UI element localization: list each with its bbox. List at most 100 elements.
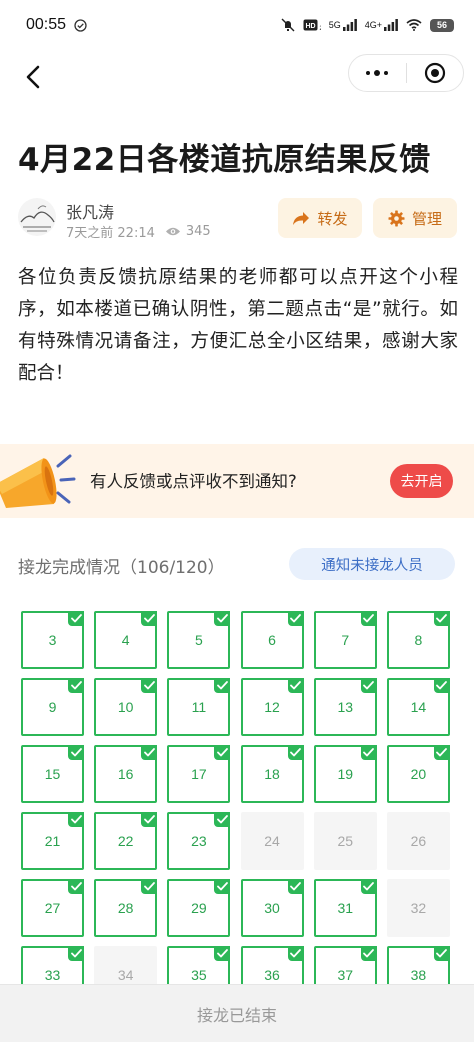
grid-cell[interactable]: 9: [21, 678, 84, 736]
checkmark-icon: [141, 879, 158, 894]
more-button[interactable]: [349, 55, 406, 91]
status-bar: 00:55 HD 2 5G 4G+ 56: [0, 0, 474, 50]
grid-cell[interactable]: 15: [21, 745, 84, 803]
forward-button[interactable]: 转发: [278, 198, 362, 238]
grid-cell-label: 11: [191, 699, 207, 715]
close-mini-program-button[interactable]: [407, 55, 464, 91]
forward-label: 转发: [317, 209, 348, 228]
network-label-5g: 5G: [328, 20, 341, 30]
grid-cell[interactable]: 14: [386, 678, 450, 736]
grid-cell[interactable]: 17: [167, 745, 231, 803]
more-dots-icon: [366, 70, 389, 76]
grid-cell-label: 26: [410, 833, 427, 849]
wifi-icon: [406, 19, 422, 31]
checkmark-icon: [287, 879, 304, 894]
grid-cell[interactable]: 23: [167, 812, 231, 870]
grid-cell[interactable]: 27: [21, 879, 84, 937]
checkmark-icon: [287, 678, 304, 693]
grid-cell[interactable]: 30: [240, 879, 304, 937]
back-button[interactable]: [16, 60, 50, 94]
checkmark-icon: [141, 611, 158, 626]
grid-cell-label: 36: [264, 967, 280, 983]
author-name[interactable]: 张凡涛: [66, 199, 114, 223]
nav-bar: [0, 50, 474, 100]
grid-cell-label: 29: [191, 900, 207, 916]
checkmark-icon: [287, 745, 304, 760]
grid-cell[interactable]: 3: [21, 611, 84, 669]
grid-cell-label: 6: [268, 632, 276, 648]
grid-cell-label: 28: [117, 900, 134, 916]
grid-cell[interactable]: 29: [167, 879, 231, 937]
grid-cell-label: 37: [337, 967, 354, 983]
checkmark-icon: [214, 879, 231, 894]
notify-pending-button[interactable]: 通知未接龙人员: [289, 548, 455, 580]
grid-cell-label: 12: [264, 699, 280, 715]
grid-cell-label: 27: [44, 900, 61, 916]
grid-cell[interactable]: 6: [240, 611, 304, 669]
grid-cell[interactable]: 8: [386, 611, 450, 669]
grid-cell-label: 10: [117, 699, 134, 715]
checkmark-icon: [214, 745, 231, 760]
grid-cell[interactable]: 28: [94, 879, 158, 937]
grid-cell[interactable]: 21: [21, 812, 84, 870]
checkmark-icon: [141, 745, 158, 760]
grid-cell[interactable]: 4: [94, 611, 158, 669]
manage-button[interactable]: 管理: [373, 198, 457, 238]
grid-cell-label: 8: [414, 632, 423, 648]
checkmark-icon: [360, 946, 377, 961]
grid-cell[interactable]: 10: [94, 678, 158, 736]
grid-cell[interactable]: 26: [386, 812, 450, 870]
checkmark-icon: [433, 745, 450, 760]
grid-cell-label: 5: [194, 632, 203, 648]
checkmark-icon: [360, 611, 377, 626]
grid-cell-label: 32: [410, 900, 427, 916]
signal-icon-2: 4G+: [365, 19, 398, 31]
grid-cell[interactable]: 11: [167, 678, 231, 736]
grid-cell-label: 33: [44, 967, 61, 983]
grid-cell-label: 31: [337, 900, 354, 916]
checkmark-icon: [287, 946, 304, 961]
grid-cell-label: 34: [117, 967, 134, 983]
chevron-left-icon: [26, 65, 40, 89]
checkmark-icon: [214, 678, 231, 693]
grid-cell[interactable]: 32: [386, 879, 450, 937]
gear-icon: [388, 210, 405, 226]
checkmark-icon: [433, 678, 450, 693]
enable-notification-button[interactable]: 去开启: [390, 464, 453, 498]
grid-cell-label: 22: [117, 833, 134, 849]
grid-cell[interactable]: 5: [167, 611, 231, 669]
signal-icon: 5G: [329, 19, 357, 31]
post-time: 7天之前 22:14: [66, 226, 155, 241]
status-time: 00:55: [26, 16, 67, 33]
battery-icon: 56: [430, 18, 454, 32]
checkmark-icon: [68, 879, 84, 894]
grid-cell[interactable]: 12: [240, 678, 304, 736]
battery-level: 56: [436, 20, 447, 30]
grid-cell[interactable]: 31: [313, 879, 377, 937]
grid-cell-label: 21: [44, 833, 61, 849]
eye-icon: [165, 227, 180, 236]
notification-banner: 有人反馈或点评收不到通知? 去开启: [0, 444, 474, 518]
checkmark-icon: [68, 745, 84, 760]
grid-cell-label: 9: [48, 699, 57, 715]
grid-cell-label: 23: [191, 833, 207, 849]
grid-cell-label: 30: [264, 900, 280, 916]
grid-cell[interactable]: 19: [313, 745, 377, 803]
checkmark-icon: [68, 678, 84, 693]
grid-cell[interactable]: 7: [313, 611, 377, 669]
avatar[interactable]: [18, 198, 56, 236]
grid-cell-label: 19: [337, 766, 354, 782]
checkmark-icon: [68, 946, 84, 961]
checkmark-icon: [360, 678, 377, 693]
grid-cell[interactable]: 18: [240, 745, 304, 803]
grid-cell-label: 25: [337, 833, 354, 849]
checkmark-icon: [360, 745, 377, 760]
grid-cell[interactable]: 22: [94, 812, 158, 870]
grid-cell[interactable]: 16: [94, 745, 158, 803]
grid-cell[interactable]: 20: [386, 745, 450, 803]
ended-label: 接龙已结束: [196, 1005, 277, 1025]
grid-cell[interactable]: 25: [313, 812, 377, 870]
grid-cell[interactable]: 13: [313, 678, 377, 736]
grid-cell[interactable]: 24: [240, 812, 304, 870]
checkmark-icon: [141, 812, 158, 827]
